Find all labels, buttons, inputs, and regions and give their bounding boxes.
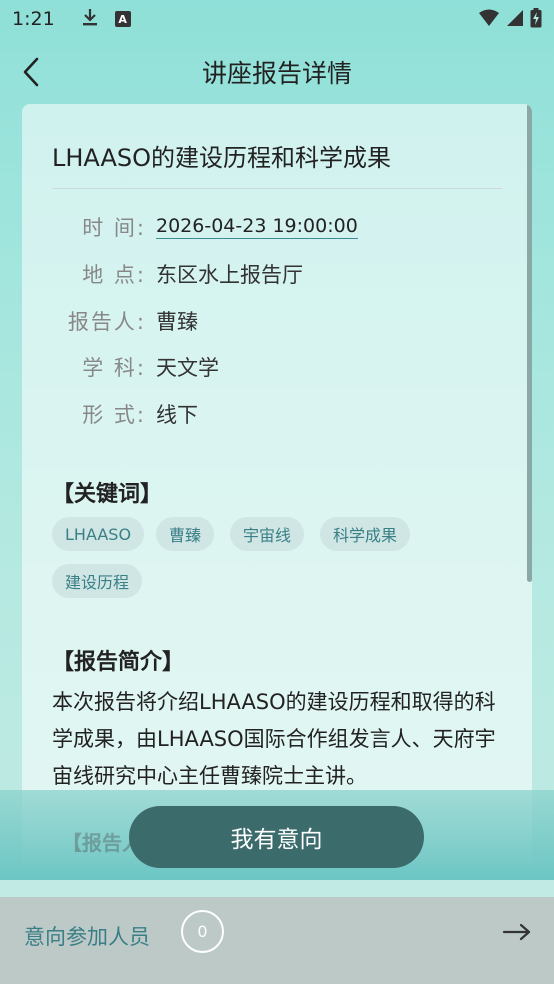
info-row-speaker: 报告人: 曹臻 [22,304,198,338]
summary-heading: 【报告简介】 [52,650,185,675]
keyword-tag[interactable]: LHAASO [52,517,145,551]
info-row-location: 地 点: 东区水上报告厅 [22,257,303,291]
scrollbar-thumb[interactable] [527,104,532,582]
status-icons [478,8,542,28]
info-label: 地 点: [82,263,146,287]
lecture-detail-card[interactable]: LHAASO的建设历程和科学成果 时 间: 2026-04-23 19:00:0… [22,104,532,864]
info-label: 时 间: [82,216,146,240]
lecture-title: LHAASO的建设历程和科学成果 [52,144,392,172]
battery-icon [530,8,542,28]
signal-icon [507,10,523,26]
info-label: 形 式: [82,403,146,427]
info-label: 报告人: [67,310,146,334]
keywords-heading: 【关键词】 [52,482,163,507]
keyword-tag[interactable]: 建设历程 [52,564,143,598]
nav-bar: 讲座报告详情 [0,42,554,100]
info-value-time[interactable]: 2026-04-23 19:00:00 [156,215,358,239]
download-icon [81,7,99,32]
app-notification-icon: A [114,11,131,27]
wifi-icon [479,9,499,26]
intent-button[interactable]: 我有意向 [129,806,424,868]
info-value-subject: 天文学 [156,356,219,380]
info-value-speaker: 曹臻 [156,310,198,334]
summary-text: 本次报告将介绍LHAASO的建设历程和取得的科学成果，由LHAASO国际合作组发… [52,690,496,788]
title-divider [52,188,502,189]
info-row-subject: 学 科: 天文学 [22,350,219,384]
keyword-tag[interactable]: 科学成果 [320,517,411,551]
status-bar: 1:21 A [0,0,554,38]
keyword-tag[interactable]: 宇宙线 [230,517,305,551]
info-label: 学 科: [82,356,146,380]
info-row-time: 时 间: 2026-04-23 19:00:00 [22,210,358,244]
attendees-label: 意向参加人员 [24,925,150,949]
info-value-format: 线下 [156,403,198,427]
status-time: 1:21 [12,8,55,30]
attendees-arrow-button[interactable] [500,917,534,947]
page-title: 讲座报告详情 [201,59,352,88]
attendee-count-badge: 0 [181,910,224,953]
keyword-tag[interactable]: 曹臻 [156,517,215,551]
arrow-right-icon [502,923,531,941]
attendees-footer[interactable]: 意向参加人员 0 [0,897,554,984]
info-value-location: 东区水上报告厅 [156,263,303,287]
info-row-format: 形 式: 线下 [22,397,198,431]
